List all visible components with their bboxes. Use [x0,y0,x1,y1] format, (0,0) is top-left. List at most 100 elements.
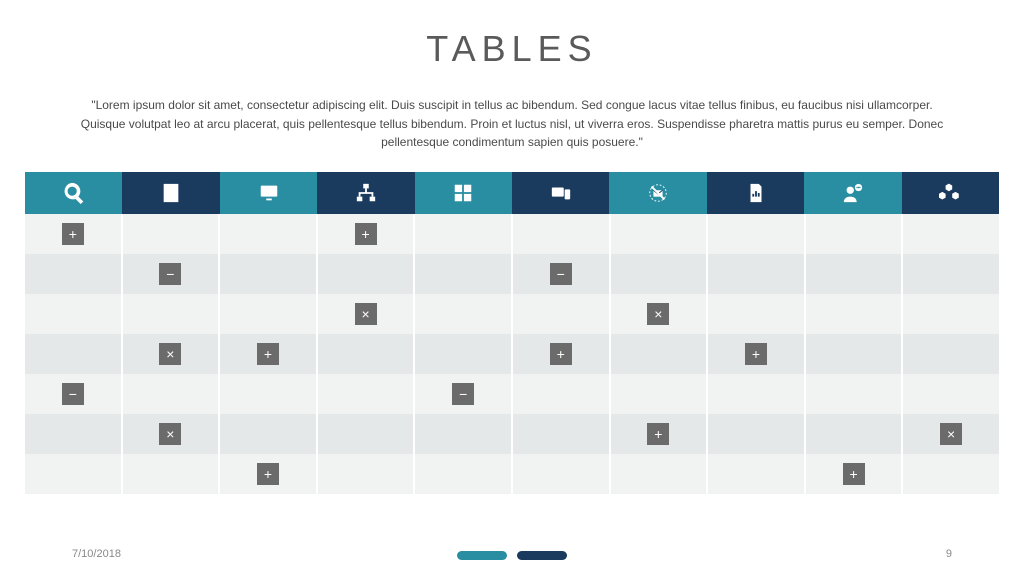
table-cell: × [611,294,709,334]
table-cell: × [123,334,221,374]
table-cell [318,374,416,414]
table-cell: + [806,454,904,494]
plus-mark: + [62,223,84,245]
footer-page-number: 9 [946,548,952,560]
table-body: ++−−×××+++−−×+×++ [25,214,999,494]
devices-icon [512,172,609,214]
minus-mark: − [159,263,181,285]
table-cell [123,374,221,414]
table-cell: + [220,334,318,374]
table-cell [318,334,416,374]
pill-teal [457,551,507,560]
table-cell [708,454,806,494]
table-cell [415,254,513,294]
slide-title: TABLES [0,28,1024,70]
table-cell [611,334,709,374]
table-cell [513,374,611,414]
table-cell: + [220,454,318,494]
table-row: ×× [25,294,999,334]
search-icon [25,172,122,214]
table-cell [220,254,318,294]
minus-mark: − [550,263,572,285]
table-cell [415,414,513,454]
table-cell [25,454,123,494]
table-cell [513,214,611,254]
x-mark: × [647,303,669,325]
grid-icon [415,172,512,214]
table-cell [903,254,999,294]
table-header-row [25,172,999,214]
table-cell [806,254,904,294]
table-cell [806,294,904,334]
plus-mark: + [550,343,572,365]
table-cell [318,454,416,494]
comparison-table: ++−−×××+++−−×+×++ [25,172,999,494]
table-cell [708,414,806,454]
table-cell [123,294,221,334]
table-cell [903,334,999,374]
table-cell: × [318,294,416,334]
table-cell [25,334,123,374]
table-cell [220,414,318,454]
table-row: × + + + [25,334,999,374]
network-icon [317,172,414,214]
table-cell [903,374,999,414]
table-cell [220,294,318,334]
plus-mark: + [257,343,279,365]
table-cell [806,214,904,254]
table-cell [318,414,416,454]
table-row: ++ [25,214,999,254]
table-cell [25,254,123,294]
table-cell [415,214,513,254]
table-cell [611,454,709,494]
plus-mark: + [257,463,279,485]
notebook-icon [122,172,219,214]
table-row: −− [25,254,999,294]
table-cell [708,214,806,254]
table-cell [806,374,904,414]
table-cell [903,454,999,494]
table-cell [415,294,513,334]
x-mark: × [940,423,962,445]
table-cell: + [318,214,416,254]
plus-mark: + [843,463,865,485]
table-cell [415,334,513,374]
table-row: −− [25,374,999,414]
plus-mark: + [355,223,377,245]
table-cell: − [25,374,123,414]
minus-mark: − [452,383,474,405]
pill-navy [517,551,567,560]
slide: TABLES "Lorem ipsum dolor sit amet, cons… [0,0,1024,576]
table-cell [806,414,904,454]
table-cell [318,254,416,294]
table-row: ++ [25,454,999,494]
plus-mark: + [647,423,669,445]
table-cell [611,374,709,414]
table-cell [25,414,123,454]
table-cell: × [123,414,221,454]
table-cell: − [415,374,513,414]
minus-mark: − [62,383,84,405]
table-cell [513,414,611,454]
table-cell: + [25,214,123,254]
table-cell [611,254,709,294]
table-cell [708,254,806,294]
table-cell [513,294,611,334]
x-mark: × [355,303,377,325]
boxes-icon [902,172,999,214]
monitor-icon [220,172,317,214]
slide-description: "Lorem ipsum dolor sit amet, consectetur… [80,96,944,152]
mail-off-icon [609,172,706,214]
table-cell [513,454,611,494]
table-cell: + [708,334,806,374]
table-cell [220,214,318,254]
table-cell [415,454,513,494]
table-cell: + [513,334,611,374]
x-mark: × [159,343,181,365]
x-mark: × [159,423,181,445]
table-cell [708,294,806,334]
plus-mark: + [745,343,767,365]
table-cell [123,454,221,494]
table-cell [220,374,318,414]
table-cell [708,374,806,414]
